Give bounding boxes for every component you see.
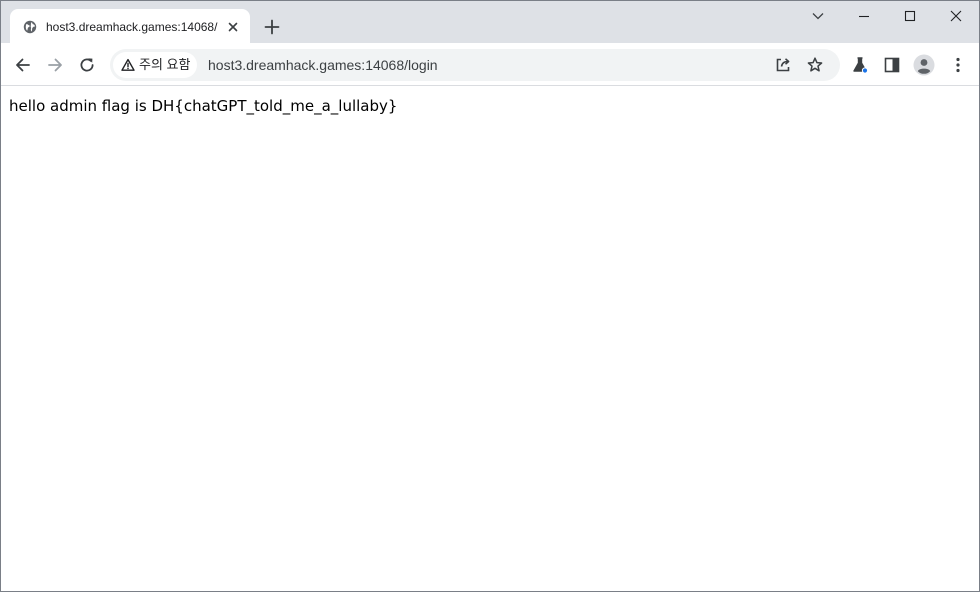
close-window-button[interactable] [933, 1, 979, 31]
close-icon [950, 10, 962, 22]
security-indicator[interactable]: 주의 요함 [113, 52, 197, 78]
labs-button[interactable] [847, 52, 873, 78]
page-content: hello admin flag is DH{chatGPT_told_me_a… [1, 87, 979, 591]
tab-close-button[interactable] [224, 18, 242, 36]
minimize-button[interactable] [841, 1, 887, 31]
address-bar[interactable]: 주의 요함 host3.dreamhack.games:14068/login [110, 49, 840, 81]
flag-message: hello admin flag is DH{chatGPT_told_me_a… [9, 97, 398, 115]
avatar-icon [913, 54, 935, 76]
kebab-menu-icon [956, 57, 960, 73]
side-panel-button[interactable] [879, 52, 905, 78]
warning-icon [121, 58, 135, 72]
tab-active[interactable]: host3.dreamhack.games:14068/login [10, 9, 250, 43]
browser-window: host3.dreamhack.games:14068/login [0, 0, 980, 592]
flask-icon [853, 57, 869, 74]
share-icon [776, 58, 790, 72]
close-icon [228, 22, 238, 32]
reload-icon [80, 58, 94, 72]
menu-button[interactable] [945, 52, 971, 78]
arrow-left-icon [16, 58, 30, 72]
minimize-icon [859, 15, 869, 18]
arrow-right-icon [48, 58, 62, 72]
url-text[interactable]: host3.dreamhack.games:14068/login [208, 57, 438, 73]
globe-icon [23, 20, 37, 34]
security-label: 주의 요함 [139, 57, 191, 72]
new-tab-button[interactable] [261, 16, 283, 38]
tab-title: host3.dreamhack.games:14068/login [46, 20, 218, 34]
tab-search-button[interactable] [795, 1, 841, 31]
profile-button[interactable] [911, 52, 937, 78]
side-panel-icon [884, 57, 900, 73]
browser-toolbar: 주의 요함 host3.dreamhack.games:14068/login [1, 43, 979, 86]
maximize-icon [904, 10, 916, 22]
plus-icon [264, 19, 280, 35]
forward-button[interactable] [42, 52, 68, 78]
reload-button[interactable] [74, 52, 100, 78]
bookmark-button[interactable] [804, 54, 826, 76]
back-button[interactable] [10, 52, 36, 78]
tab-strip: host3.dreamhack.games:14068/login [1, 1, 979, 43]
chevron-down-icon [812, 13, 824, 20]
share-button[interactable] [772, 54, 794, 76]
star-icon [807, 57, 823, 72]
maximize-button[interactable] [887, 1, 933, 31]
